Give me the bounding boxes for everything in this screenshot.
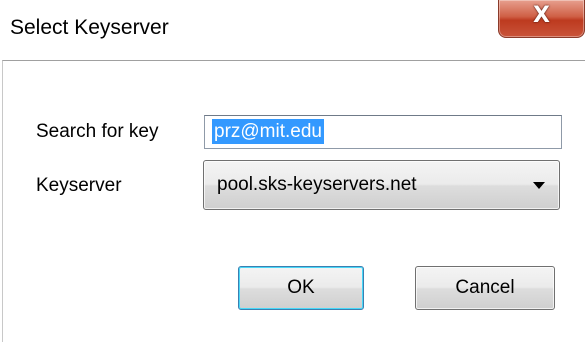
- ok-button[interactable]: OK: [238, 266, 364, 310]
- close-icon: X: [533, 3, 550, 28]
- keyserver-selected-value: pool.sks-keyservers.net: [217, 174, 417, 195]
- title-bar: Select Keyserver X: [0, 0, 585, 60]
- search-key-input[interactable]: prz@mit.edu: [204, 115, 562, 149]
- keyserver-dropdown[interactable]: pool.sks-keyservers.net: [203, 160, 560, 210]
- cancel-button[interactable]: Cancel: [415, 266, 555, 310]
- window-title: Select Keyserver: [10, 16, 169, 39]
- dropdown-arrow-icon: [533, 182, 545, 189]
- search-for-key-label: Search for key: [36, 121, 159, 142]
- keyserver-label: Keyserver: [36, 175, 122, 196]
- search-key-value: prz@mit.edu: [212, 119, 324, 144]
- select-keyserver-dialog: Select Keyserver X Search for key prz@mi…: [0, 0, 585, 342]
- close-button[interactable]: X: [498, 0, 585, 38]
